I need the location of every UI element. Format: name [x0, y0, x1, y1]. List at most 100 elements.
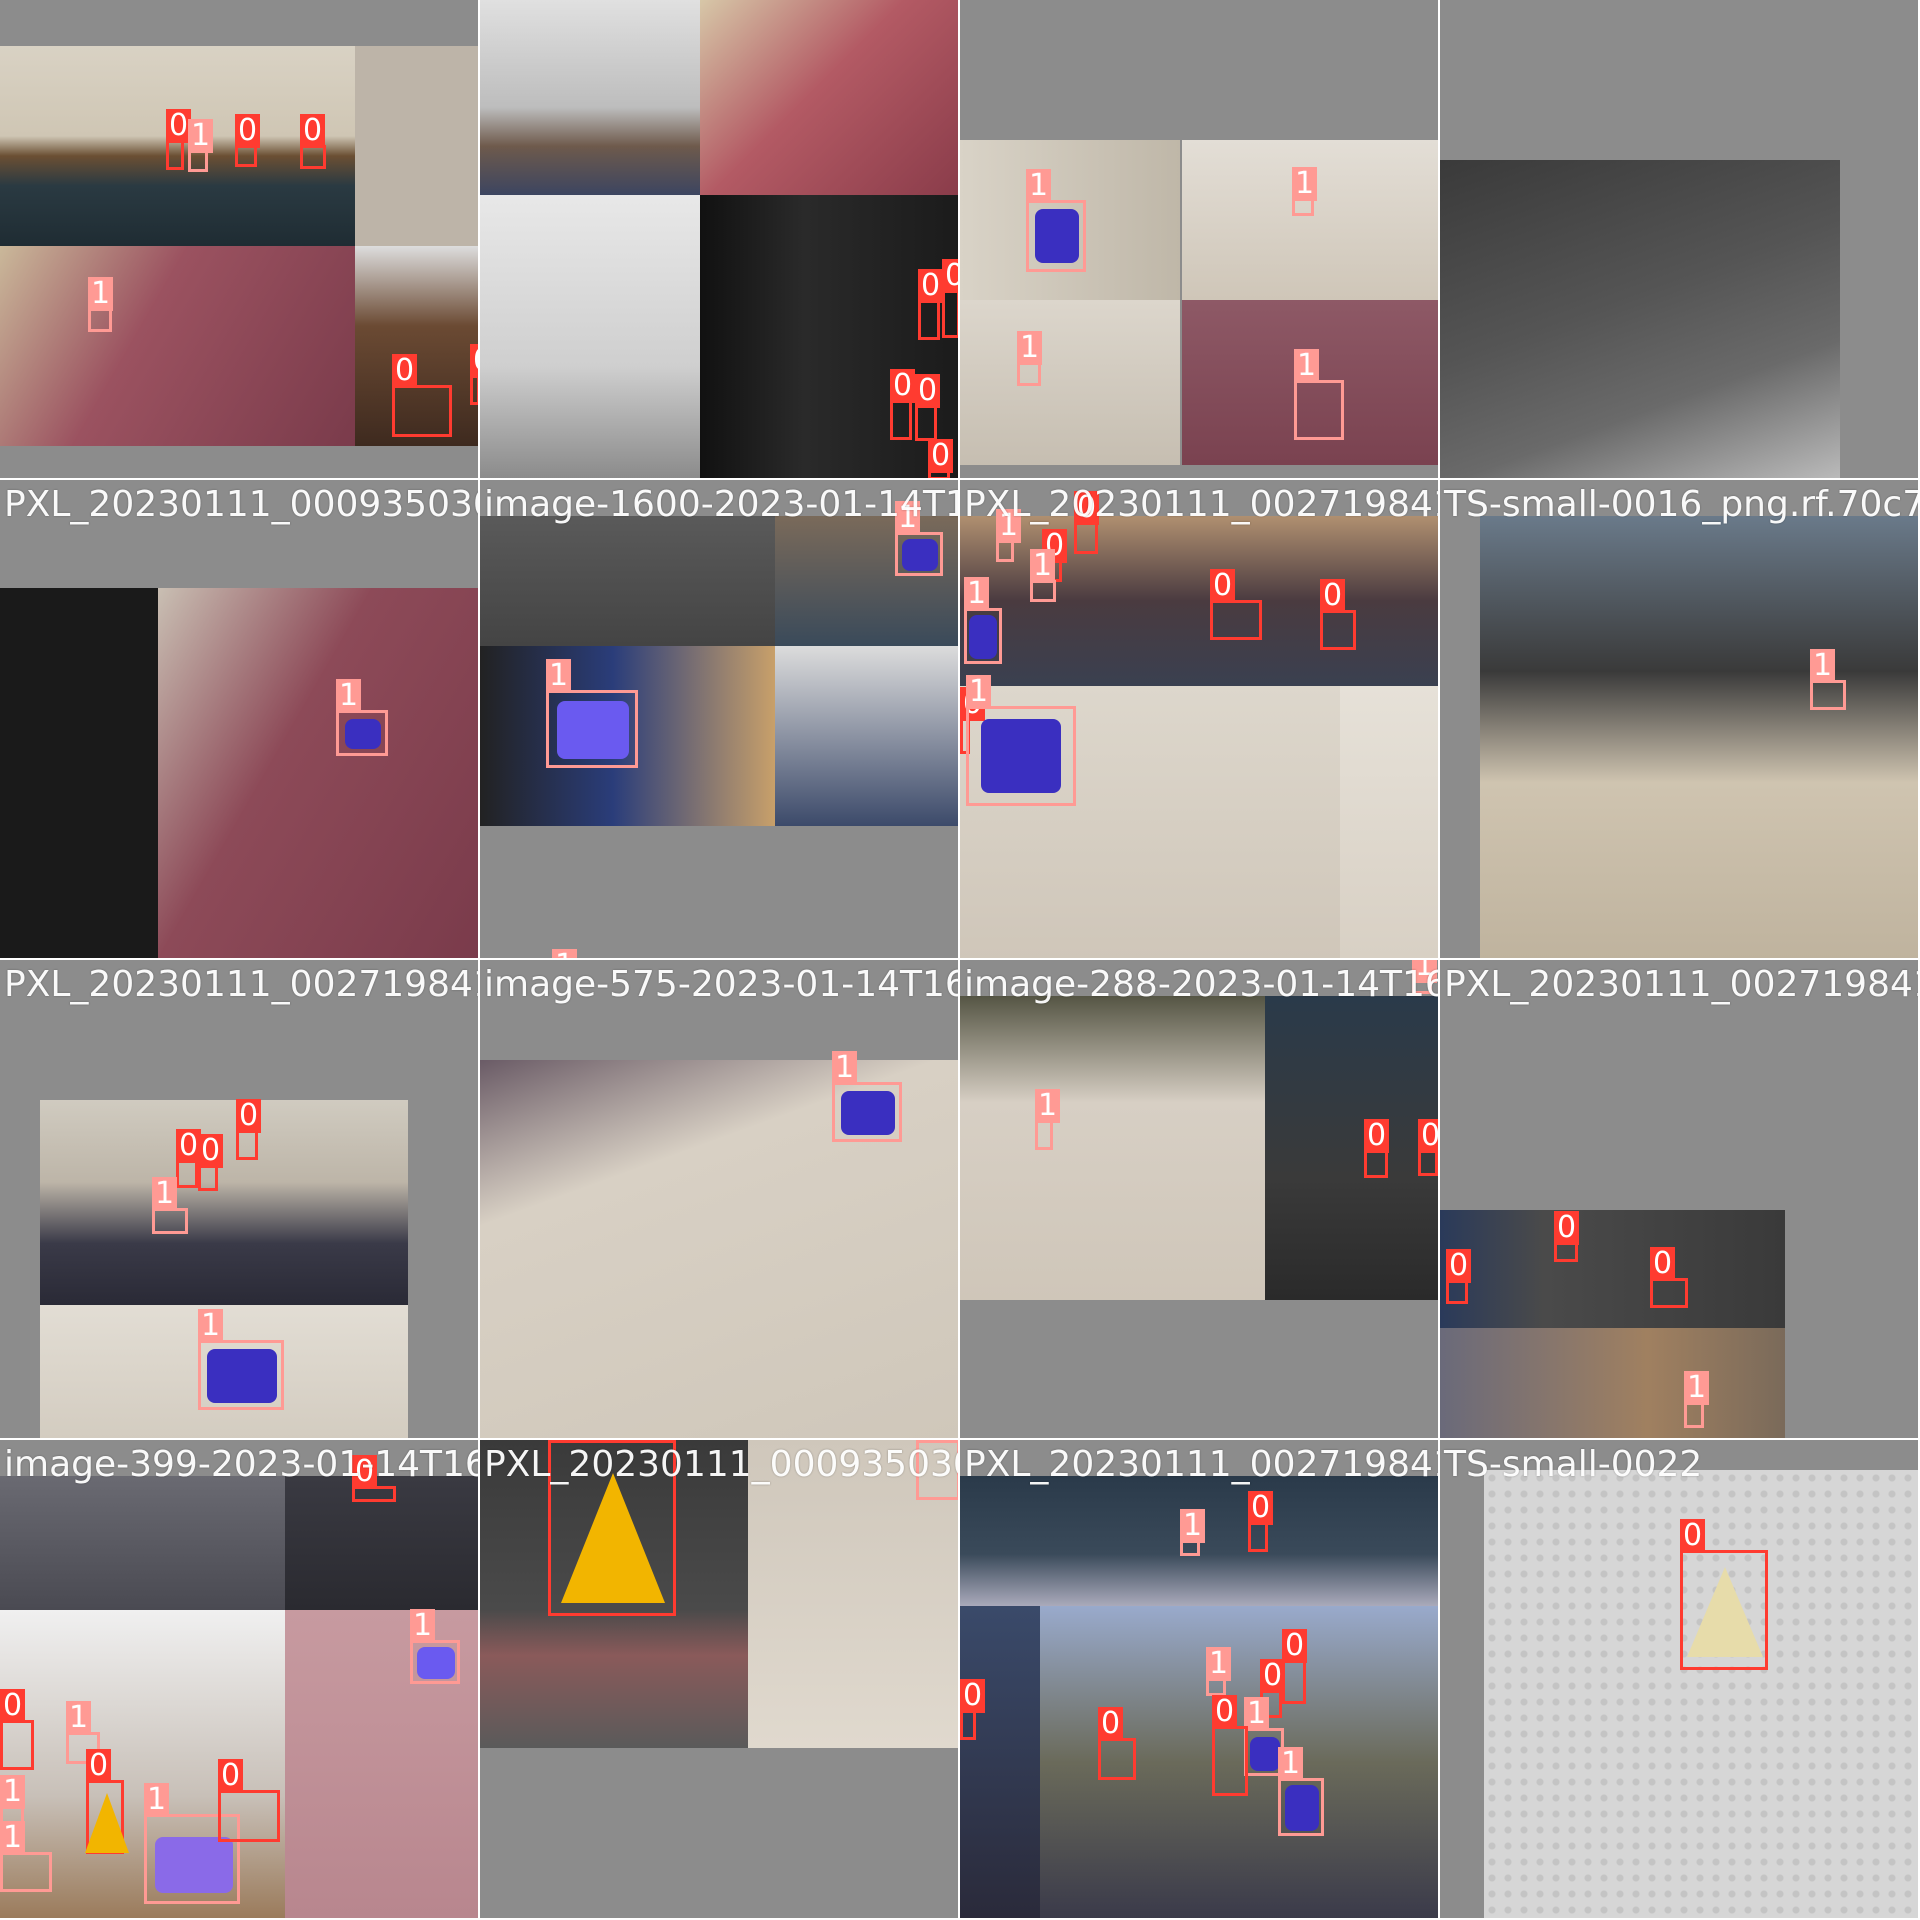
bbox-label: 1 [1294, 349, 1320, 383]
cone [561, 1473, 665, 1603]
bbox: 1 [188, 119, 214, 172]
bbox: 1 [964, 577, 1002, 664]
bbox-label: 1 [1026, 169, 1052, 203]
cube [1035, 209, 1079, 263]
bbox-label: 0 [1554, 1211, 1580, 1245]
bbox-label: 0 [1364, 1119, 1390, 1153]
bbox: 0 [300, 114, 326, 169]
bbox-label: 1 [0, 1775, 26, 1809]
bbox: 0 [1680, 1519, 1768, 1670]
photo [1440, 1328, 1785, 1438]
bbox: 0 [1212, 1695, 1248, 1796]
tile-caption: image-288-2023-01-14T16-4 [964, 964, 1440, 1005]
photo [1340, 686, 1438, 958]
bbox-label: 0 [890, 369, 916, 403]
bbox-label: 0 [0, 1689, 26, 1723]
bbox-label: 0 [1260, 1659, 1286, 1693]
cone [1687, 1567, 1763, 1657]
mosaic-tile: PXL_20230111_002719841-TS-small-0016 0 0… [0, 960, 480, 1440]
mosaic-tile: PXL_20230111_000935030-TS-small 0 1 [480, 1440, 960, 1920]
bbox: 0 [1320, 579, 1356, 650]
bbox: 0 [1248, 1491, 1274, 1552]
bbox: 0 [1418, 1119, 1438, 1176]
bbox: 0 [166, 109, 192, 170]
bbox: 0 [1446, 1249, 1472, 1304]
cube [345, 719, 381, 749]
photo [480, 0, 700, 195]
mosaic-tile: PXL_20230111_002719841-TS 0 1 0 1 0 1 0 … [960, 480, 1440, 960]
mosaic-tile: image-399-2023-01-14T16-4 0 1 0 1 0 1 1 … [0, 1440, 480, 1920]
mosaic-tile: image-288-2023-01-14T16-4 1 1 0 0 [960, 960, 1440, 1440]
bbox: 1 [546, 659, 638, 768]
bbox: 0 [1282, 1629, 1308, 1704]
bbox: 1 [996, 509, 1022, 562]
bbox-label: 1 [1035, 1089, 1061, 1123]
mosaic-tile: PXL_20230111_002719841- 0 0 0 1 [1440, 960, 1920, 1440]
tile-caption: image-1600-2023-01-14T16-4 [484, 484, 958, 525]
photo [0, 246, 355, 446]
bbox: 0 [1364, 1119, 1390, 1178]
tile-caption: PXL_20230111_002719841-TS-small-0016 [4, 964, 478, 1005]
bbox: 0 [352, 1455, 396, 1502]
tile-caption: TS-small-0016_png.rf.70c7 [1444, 484, 1920, 525]
bbox-label: 1 [1278, 1747, 1304, 1781]
bbox: 1 [966, 675, 1076, 806]
bbox-label: 0 [1446, 1249, 1472, 1283]
bbox: 1 [1810, 649, 1846, 710]
cube [902, 539, 938, 571]
cube [981, 719, 1061, 793]
bbox: 1 [1292, 167, 1318, 216]
tile-caption: PXL_20230111_002719841-TS [964, 1444, 1438, 1485]
bbox: 0 [1554, 1211, 1580, 1262]
bbox-label: 0 [198, 1134, 224, 1168]
bbox: 0 [890, 369, 916, 440]
bbox: 1 [410, 1609, 460, 1684]
mosaic-tile: PXL_20230111_002719841-TS 0 1 0 1 0 0 0 … [960, 1440, 1440, 1920]
cube [841, 1091, 895, 1135]
bbox: 0 [928, 439, 954, 478]
bbox: 0 [198, 1134, 224, 1191]
bbox: 1 [895, 501, 943, 576]
bbox: 1 [1035, 1089, 1061, 1150]
bbox-label: 1 [966, 675, 992, 709]
bbox: 0 [918, 269, 944, 340]
bbox-label: 1 [152, 1177, 178, 1211]
bbox: 1 [1017, 331, 1043, 386]
bbox: 1 [832, 1051, 902, 1142]
mosaic-tile: 0 0 0 0 0 [480, 0, 960, 480]
bbox-label: 1 [832, 1051, 858, 1085]
bbox: 1 [1026, 169, 1086, 272]
bbox-label: 1 [144, 1783, 170, 1817]
bbox: 0 [1074, 491, 1100, 554]
bbox-label: 1 [66, 1701, 92, 1735]
bbox: 0 [1210, 569, 1262, 640]
bbox-label: 1 [964, 577, 990, 611]
bbox-label: 0 [918, 269, 944, 303]
mosaic-tile: image-1600-2023-01-14T16-4 1 1 1 [480, 480, 960, 960]
bbox-label: 0 [218, 1759, 244, 1793]
bbox: 0 [0, 1689, 34, 1770]
bbox-label: 0 [928, 439, 954, 473]
photo [0, 588, 158, 958]
bbox-label: 1 [552, 949, 578, 958]
bbox: 1 [0, 1821, 52, 1892]
tile-caption: image-575-2023-01-14T16-4 [484, 964, 960, 1005]
bbox: 0 [915, 374, 941, 441]
cube [1285, 1785, 1319, 1831]
mosaic-tile: 1 1 1 1 [960, 0, 1440, 480]
cube [969, 615, 997, 659]
photo [1440, 1210, 1785, 1328]
photo [1440, 160, 1840, 478]
photo [960, 300, 1180, 465]
bbox: 0 [218, 1759, 280, 1842]
bbox-label: 0 [235, 114, 261, 148]
photo [40, 1100, 408, 1305]
bbox-label: 0 [300, 114, 326, 148]
bbox-label: 1 [198, 1309, 224, 1343]
bbox-label: 0 [236, 1099, 262, 1133]
bbox: 0 [1098, 1707, 1136, 1780]
photo [480, 516, 775, 646]
bbox-label: 1 [188, 119, 214, 153]
photo [775, 646, 958, 826]
bbox-label: 0 [1248, 1491, 1274, 1525]
